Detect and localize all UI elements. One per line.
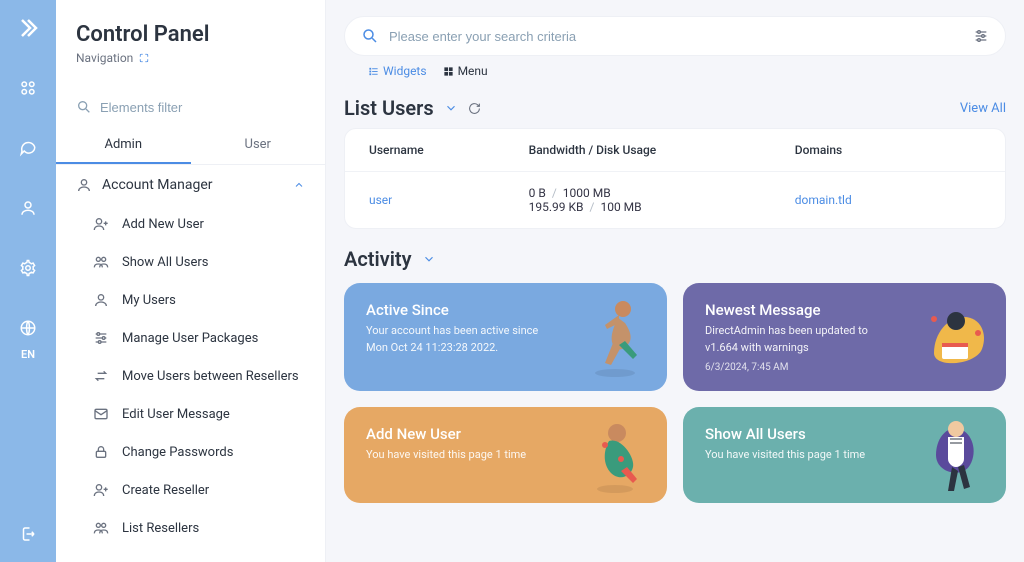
menu-item-create-reseller[interactable]: Create Reseller xyxy=(56,471,325,509)
search-icon xyxy=(361,27,379,45)
mail-icon xyxy=(92,405,110,423)
language-label[interactable]: EN xyxy=(21,348,35,361)
list-icon xyxy=(368,66,379,77)
globe-icon[interactable] xyxy=(16,316,40,340)
toggle-widgets[interactable]: Widgets xyxy=(368,64,427,78)
person-icon xyxy=(76,177,92,193)
gear-icon[interactable] xyxy=(16,256,40,280)
dashboard-icon[interactable] xyxy=(16,76,40,100)
menu-item-add-new-user[interactable]: Add New User xyxy=(56,205,325,243)
section-title: List Users xyxy=(344,96,434,120)
tab-user[interactable]: User xyxy=(191,127,326,164)
section-title: Activity xyxy=(344,247,412,271)
usage-cell: 0 B/1000 MB 195.99 KB/100 MB xyxy=(529,186,795,214)
sliders-icon[interactable] xyxy=(973,28,989,44)
logo-icon[interactable] xyxy=(16,16,40,40)
menu-item-change-passwords[interactable]: Change Passwords xyxy=(56,433,325,471)
refresh-icon[interactable] xyxy=(468,102,481,115)
list-users-header: List Users View All xyxy=(344,96,1006,120)
illustration-crouching-person xyxy=(571,411,659,499)
col-username: Username xyxy=(369,143,529,157)
menu-item-manage-packages[interactable]: Manage User Packages xyxy=(56,319,325,357)
lock-icon xyxy=(92,443,110,461)
card-add-new-user[interactable]: Add New User You have visited this page … xyxy=(344,407,667,503)
sidebar-header: Control Panel Navigation xyxy=(56,0,325,79)
toggle-menu[interactable]: Menu xyxy=(443,64,488,78)
menu-item-my-users[interactable]: My Users xyxy=(56,281,325,319)
user-icon xyxy=(92,291,110,309)
users-icon xyxy=(92,519,110,537)
chevron-down-icon[interactable] xyxy=(422,252,436,266)
view-toggles: Widgets Menu xyxy=(344,56,1006,78)
swap-icon xyxy=(92,367,110,385)
sliders-icon xyxy=(92,329,110,347)
sidebar: Control Panel Navigation Admin User xyxy=(56,0,326,562)
activity-header: Activity xyxy=(344,247,1006,271)
chevron-down-icon[interactable] xyxy=(444,101,458,115)
card-show-all-users[interactable]: Show All Users You have visited this pag… xyxy=(683,407,1006,503)
table-header: Username Bandwidth / Disk Usage Domains xyxy=(345,129,1005,172)
chat-icon[interactable] xyxy=(16,136,40,160)
menu-item-list-resellers[interactable]: List Resellers xyxy=(56,509,325,547)
illustration-person-laptop xyxy=(910,287,998,387)
logout-icon[interactable] xyxy=(16,522,40,546)
chevron-up-icon xyxy=(293,179,305,191)
col-usage: Bandwidth / Disk Usage xyxy=(529,143,795,157)
users-icon xyxy=(92,253,110,271)
card-active-since[interactable]: Active Since Your account has been activ… xyxy=(344,283,667,391)
search-input[interactable] xyxy=(389,29,963,44)
search-bar xyxy=(344,16,1006,56)
menu-item-show-all-users[interactable]: Show All Users xyxy=(56,243,325,281)
grid-icon xyxy=(443,66,454,77)
view-all-link[interactable]: View All xyxy=(960,101,1006,116)
user-link[interactable]: user xyxy=(369,193,529,207)
menu-item-move-users[interactable]: Move Users between Resellers xyxy=(56,357,325,395)
user-table: Username Bandwidth / Disk Usage Domains … xyxy=(344,128,1006,229)
search-icon xyxy=(76,99,92,115)
activity-grid: Active Since Your account has been activ… xyxy=(344,283,1006,503)
sidebar-filter-input[interactable] xyxy=(100,100,305,115)
role-tabs: Admin User xyxy=(56,127,325,165)
domain-link[interactable]: domain.tld xyxy=(795,193,981,207)
user-plus-icon xyxy=(92,481,110,499)
illustration-running-person xyxy=(571,287,659,387)
filter-wrap xyxy=(56,87,325,127)
menu-parent-account-manager[interactable]: Account Manager xyxy=(56,165,325,205)
sidebar-menu: Account Manager Add New User Show All Us… xyxy=(56,165,325,562)
col-domains: Domains xyxy=(795,143,981,157)
sidebar-title: Control Panel xyxy=(76,22,305,47)
collapse-icon[interactable] xyxy=(139,53,149,63)
user-icon[interactable] xyxy=(16,196,40,220)
tab-admin[interactable]: Admin xyxy=(56,127,191,164)
main-content: Widgets Menu List Users View All Usernam… xyxy=(326,0,1024,562)
menu-item-edit-message[interactable]: Edit User Message xyxy=(56,395,325,433)
card-newest-message[interactable]: Newest Message DirectAdmin has been upda… xyxy=(683,283,1006,391)
table-row: user 0 B/1000 MB 195.99 KB/100 MB domain… xyxy=(345,172,1005,228)
app-root: EN Control Panel Navigation Admin User xyxy=(0,0,1024,562)
icon-rail: EN xyxy=(0,0,56,562)
user-plus-icon xyxy=(92,215,110,233)
sidebar-subtitle: Navigation xyxy=(76,51,305,65)
illustration-standing-person xyxy=(910,411,998,499)
